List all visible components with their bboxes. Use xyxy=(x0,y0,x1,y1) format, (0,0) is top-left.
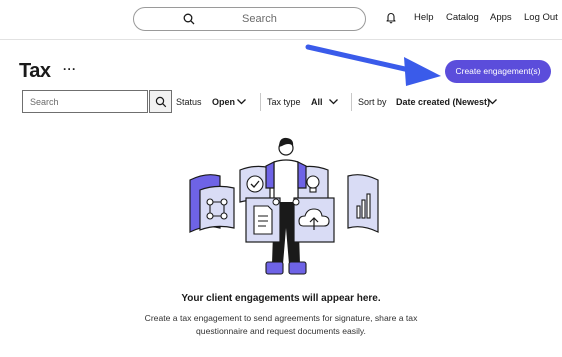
annotation-arrow xyxy=(305,44,441,86)
help-link[interactable]: Help xyxy=(414,12,434,23)
chevron-down-icon[interactable] xyxy=(487,97,498,106)
status-filter-label: Status xyxy=(176,97,202,107)
tax-type-filter-value[interactable]: All xyxy=(311,97,323,107)
status-filter-value[interactable]: Open xyxy=(212,97,235,107)
global-search-input[interactable]: Search xyxy=(133,7,366,31)
sort-value[interactable]: Date created (Newest) xyxy=(396,97,490,107)
create-engagement-button[interactable]: Create engagement(s) xyxy=(445,60,551,83)
empty-state-title: Your client engagements will appear here… xyxy=(181,293,381,304)
apps-link[interactable]: Apps xyxy=(490,12,512,23)
bell-icon[interactable] xyxy=(385,11,397,24)
chevron-down-icon[interactable] xyxy=(328,97,339,106)
search-icon xyxy=(155,96,167,108)
empty-state-description: Create a tax engagement to send agreemen… xyxy=(144,313,418,336)
engagement-search-placeholder: Search xyxy=(30,97,59,107)
filter-divider xyxy=(351,93,352,111)
sort-label: Sort by xyxy=(358,97,387,107)
empty-state-illustration xyxy=(189,137,379,275)
tax-type-filter-label: Tax type xyxy=(267,97,301,107)
top-navigation-bar: Search Help Catalog Apps Log Out xyxy=(0,0,562,40)
more-icon[interactable]: ··· xyxy=(63,62,77,76)
engagement-search-input[interactable]: Search xyxy=(22,90,148,113)
catalog-link[interactable]: Catalog xyxy=(446,12,479,23)
logout-link[interactable]: Log Out xyxy=(524,12,558,23)
filter-divider xyxy=(260,93,261,111)
search-submit-button[interactable] xyxy=(149,90,172,113)
page-title: Tax xyxy=(19,60,51,82)
search-icon xyxy=(183,13,195,25)
chevron-down-icon[interactable] xyxy=(236,97,247,106)
global-search-placeholder: Search xyxy=(242,13,277,25)
